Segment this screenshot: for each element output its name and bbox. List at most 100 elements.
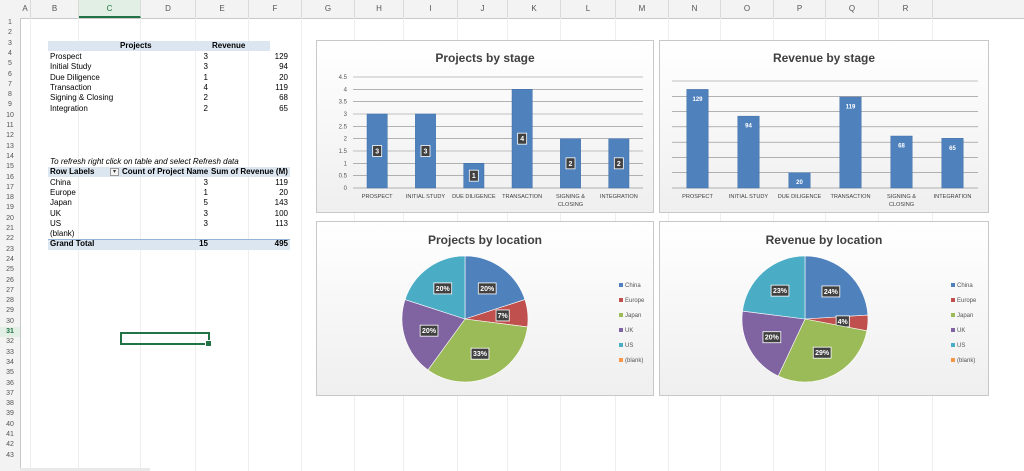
row-header-19[interactable]: 19 [0, 203, 20, 213]
pivot-row-label[interactable]: China [50, 178, 71, 188]
row-header-27[interactable]: 27 [0, 286, 20, 296]
stage-label[interactable]: Transaction [50, 83, 92, 93]
row-header-8[interactable]: 8 [0, 90, 20, 100]
row-header-9[interactable]: 9 [0, 100, 20, 110]
stage-table-header-revenue[interactable]: Revenue [212, 41, 245, 51]
row-header-26[interactable]: 26 [0, 276, 20, 286]
stage-label[interactable]: Integration [50, 104, 88, 114]
row-header-12[interactable]: 12 [0, 131, 20, 141]
pivot-row-label[interactable]: US [50, 219, 61, 229]
pivot-header-count[interactable]: Count of Project Name [122, 167, 208, 177]
row-header-28[interactable]: 28 [0, 296, 20, 306]
pivot-row-count[interactable]: 3 [170, 219, 208, 229]
row-header-6[interactable]: 6 [0, 70, 20, 80]
pivot-header-sum[interactable]: Sum of Revenue (M) [211, 167, 288, 177]
pivot-row-sum[interactable]: 113 [250, 219, 288, 229]
column-header-l[interactable]: L [561, 0, 616, 18]
pivot-total-label[interactable]: Grand Total [50, 239, 94, 249]
stage-project-count[interactable]: 3 [170, 52, 208, 62]
pivot-row-label[interactable]: (blank) [50, 229, 74, 239]
pivot-header-row-labels[interactable]: Row Labels [50, 167, 94, 177]
stage-revenue[interactable]: 65 [250, 104, 288, 114]
pivot-row-count[interactable]: 5 [170, 198, 208, 208]
row-header-23[interactable]: 23 [0, 245, 20, 255]
projects-by-stage-chart[interactable]: Projects by stage 0 0.5 1 1.5 2 2.5 3 3.5 4 4.5 3 P… [316, 40, 654, 213]
column-header-i[interactable]: I [404, 0, 458, 18]
column-header-n[interactable]: N [669, 0, 721, 18]
column-header-m[interactable]: M [616, 0, 669, 18]
column-header-d[interactable]: D [141, 0, 196, 18]
stage-project-count[interactable]: 3 [170, 62, 208, 72]
stage-label[interactable]: Signing & Closing [50, 93, 113, 103]
row-header-30[interactable]: 30 [0, 317, 20, 327]
row-header-2[interactable]: 2 [0, 28, 20, 38]
row-header-15[interactable]: 15 [0, 162, 20, 172]
column-header-q[interactable]: Q [826, 0, 879, 18]
column-header-k[interactable]: K [508, 0, 561, 18]
stage-table-header-projects[interactable]: Projects [120, 41, 152, 51]
pivot-row-count[interactable]: 3 [170, 178, 208, 188]
column-header-b[interactable]: B [31, 0, 79, 18]
pivot-row-sum[interactable]: 143 [250, 198, 288, 208]
row-header-3[interactable]: 3 [0, 39, 20, 49]
active-cell-c31[interactable] [120, 332, 212, 347]
row-header-20[interactable]: 20 [0, 214, 20, 224]
stage-revenue[interactable]: 68 [250, 93, 288, 103]
row-header-36[interactable]: 36 [0, 379, 20, 389]
row-header-31[interactable]: 31 [0, 327, 20, 337]
revenue-by-location-chart[interactable]: Revenue by location 24% 4% 29% 20% 23% China E… [659, 221, 989, 396]
row-header-5[interactable]: 5 [0, 59, 20, 69]
pivot-total-sum[interactable]: 495 [250, 239, 288, 249]
stage-label[interactable]: Initial Study [50, 62, 91, 72]
refresh-note[interactable]: To refresh right click on table and sele… [50, 157, 239, 167]
row-header-29[interactable]: 29 [0, 306, 20, 316]
row-labels-filter-button[interactable]: ▾ [110, 168, 119, 176]
stage-revenue[interactable]: 129 [250, 52, 288, 62]
row-header-1[interactable]: 1 [0, 18, 20, 28]
row-header-13[interactable]: 13 [0, 142, 20, 152]
row-header-18[interactable]: 18 [0, 193, 20, 203]
column-header-f[interactable]: F [249, 0, 302, 18]
row-header-40[interactable]: 40 [0, 420, 20, 430]
row-header-24[interactable]: 24 [0, 255, 20, 265]
row-header-14[interactable]: 14 [0, 152, 20, 162]
pivot-row-sum[interactable]: 20 [250, 188, 288, 198]
revenue-by-stage-chart[interactable]: Revenue by stage 129 PROSPECT 94 INITIAL ST… [659, 40, 989, 213]
row-header-32[interactable]: 32 [0, 337, 20, 347]
stage-project-count[interactable]: 2 [170, 93, 208, 103]
projects-by-location-chart[interactable]: Projects by location 20% 7% 33% 20% 20% China… [316, 221, 654, 396]
row-header-11[interactable]: 11 [0, 121, 20, 131]
row-header-37[interactable]: 37 [0, 389, 20, 399]
pivot-row-label[interactable]: Japan [50, 198, 72, 208]
pivot-row-count[interactable]: 1 [170, 188, 208, 198]
column-header-c[interactable]: C [79, 0, 141, 18]
column-header-p[interactable]: P [774, 0, 826, 18]
column-header-j[interactable]: J [458, 0, 508, 18]
column-header-a[interactable]: A [20, 0, 31, 18]
pivot-row-count[interactable]: 3 [170, 209, 208, 219]
stage-revenue[interactable]: 94 [250, 62, 288, 72]
row-header-43[interactable]: 43 [0, 451, 20, 461]
row-header-22[interactable]: 22 [0, 234, 20, 244]
stage-revenue[interactable]: 20 [250, 73, 288, 83]
column-header-e[interactable]: E [196, 0, 249, 18]
row-header-33[interactable]: 33 [0, 348, 20, 358]
column-header-o[interactable]: O [721, 0, 774, 18]
row-header-10[interactable]: 10 [0, 111, 20, 121]
stage-project-count[interactable]: 1 [170, 73, 208, 83]
stage-revenue[interactable]: 119 [250, 83, 288, 93]
column-header-g[interactable]: G [302, 0, 355, 18]
row-header-42[interactable]: 42 [0, 440, 20, 450]
row-header-38[interactable]: 38 [0, 399, 20, 409]
column-header-r[interactable]: R [879, 0, 933, 18]
row-header-17[interactable]: 17 [0, 183, 20, 193]
stage-project-count[interactable]: 4 [170, 83, 208, 93]
row-header-16[interactable]: 16 [0, 173, 20, 183]
column-header-h[interactable]: H [355, 0, 404, 18]
pivot-total-count[interactable]: 15 [170, 239, 208, 249]
pivot-row-label[interactable]: Europe [50, 188, 76, 198]
stage-project-count[interactable]: 2 [170, 104, 208, 114]
pivot-row-label[interactable]: UK [50, 209, 61, 219]
row-header-41[interactable]: 41 [0, 430, 20, 440]
row-header-34[interactable]: 34 [0, 358, 20, 368]
